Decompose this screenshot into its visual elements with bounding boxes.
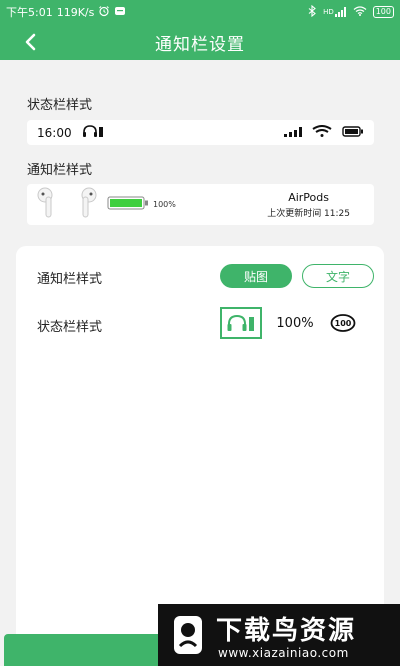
watermark-title: 下载鸟资源 (216, 616, 357, 646)
chevron-left-icon (25, 33, 36, 51)
preview-wifi-icon (312, 125, 332, 140)
statusbar-preview-label: 状态栏样式 (27, 98, 93, 113)
settings-card: 通知栏样式 贴图 文字 状态栏样式 100% 100 (16, 246, 384, 666)
back-button[interactable] (18, 30, 42, 54)
statusbar-style-label: 状态栏样式 (37, 320, 103, 335)
device-name: AirPods (288, 190, 329, 204)
statusbar-preview: 16:00 (27, 120, 374, 145)
battery-option-value: 100 (334, 318, 352, 328)
statusbar-style-percent-option[interactable]: 100% (274, 309, 316, 337)
watermark-logo-icon (174, 616, 202, 654)
preview-battery-icon (342, 125, 364, 140)
network-speed-text: 119K/s (56, 5, 95, 19)
alarm-icon (98, 5, 110, 20)
watermark-url: www.xiazainiao.com (218, 646, 349, 660)
notif-battery-percent: 100% (153, 200, 176, 209)
notification-preview: 100% AirPods 上次更新时间 11:25 (27, 184, 374, 225)
app-title-bar: 通知栏设置 (0, 24, 400, 60)
mode-text-button[interactable]: 文字 (302, 264, 374, 288)
notif-battery-icon (107, 195, 149, 214)
message-icon (114, 6, 126, 19)
mode-image-button[interactable]: 贴图 (220, 264, 292, 288)
main-content: 状态栏样式 16:00 通知栏样式 100% AirPods 上次更新时间 11… (0, 60, 400, 666)
cellular-signal-icon: HD (323, 7, 347, 17)
statusbar-style-headphone-option[interactable] (220, 307, 262, 339)
system-status-bar: 下午5:01 119K/s HD 100 (0, 0, 400, 24)
headphone-battery-icon (82, 124, 104, 141)
clock-text: 下午5:01 (6, 6, 53, 19)
airpods-image (33, 185, 107, 225)
page-title: 通知栏设置 (155, 34, 245, 55)
signal-label: HD (323, 8, 334, 16)
battery-indicator: 100 (372, 6, 394, 18)
wifi-icon (353, 5, 367, 19)
bottom-action-bar[interactable] (4, 634, 164, 666)
preview-signal-icon (284, 126, 302, 140)
headphone-battery-icon (227, 314, 254, 331)
notification-style-label: 通知栏样式 (37, 272, 103, 287)
statusbar-style-battery-option[interactable]: 100 (326, 309, 360, 337)
notification-preview-label: 通知栏样式 (27, 163, 93, 178)
watermark-banner: 下载鸟资源 www.xiazainiao.com (158, 604, 400, 666)
preview-time: 16:00 (37, 125, 72, 140)
last-update-time: 上次更新时间 11:25 (267, 208, 350, 219)
bluetooth-icon (308, 4, 317, 20)
